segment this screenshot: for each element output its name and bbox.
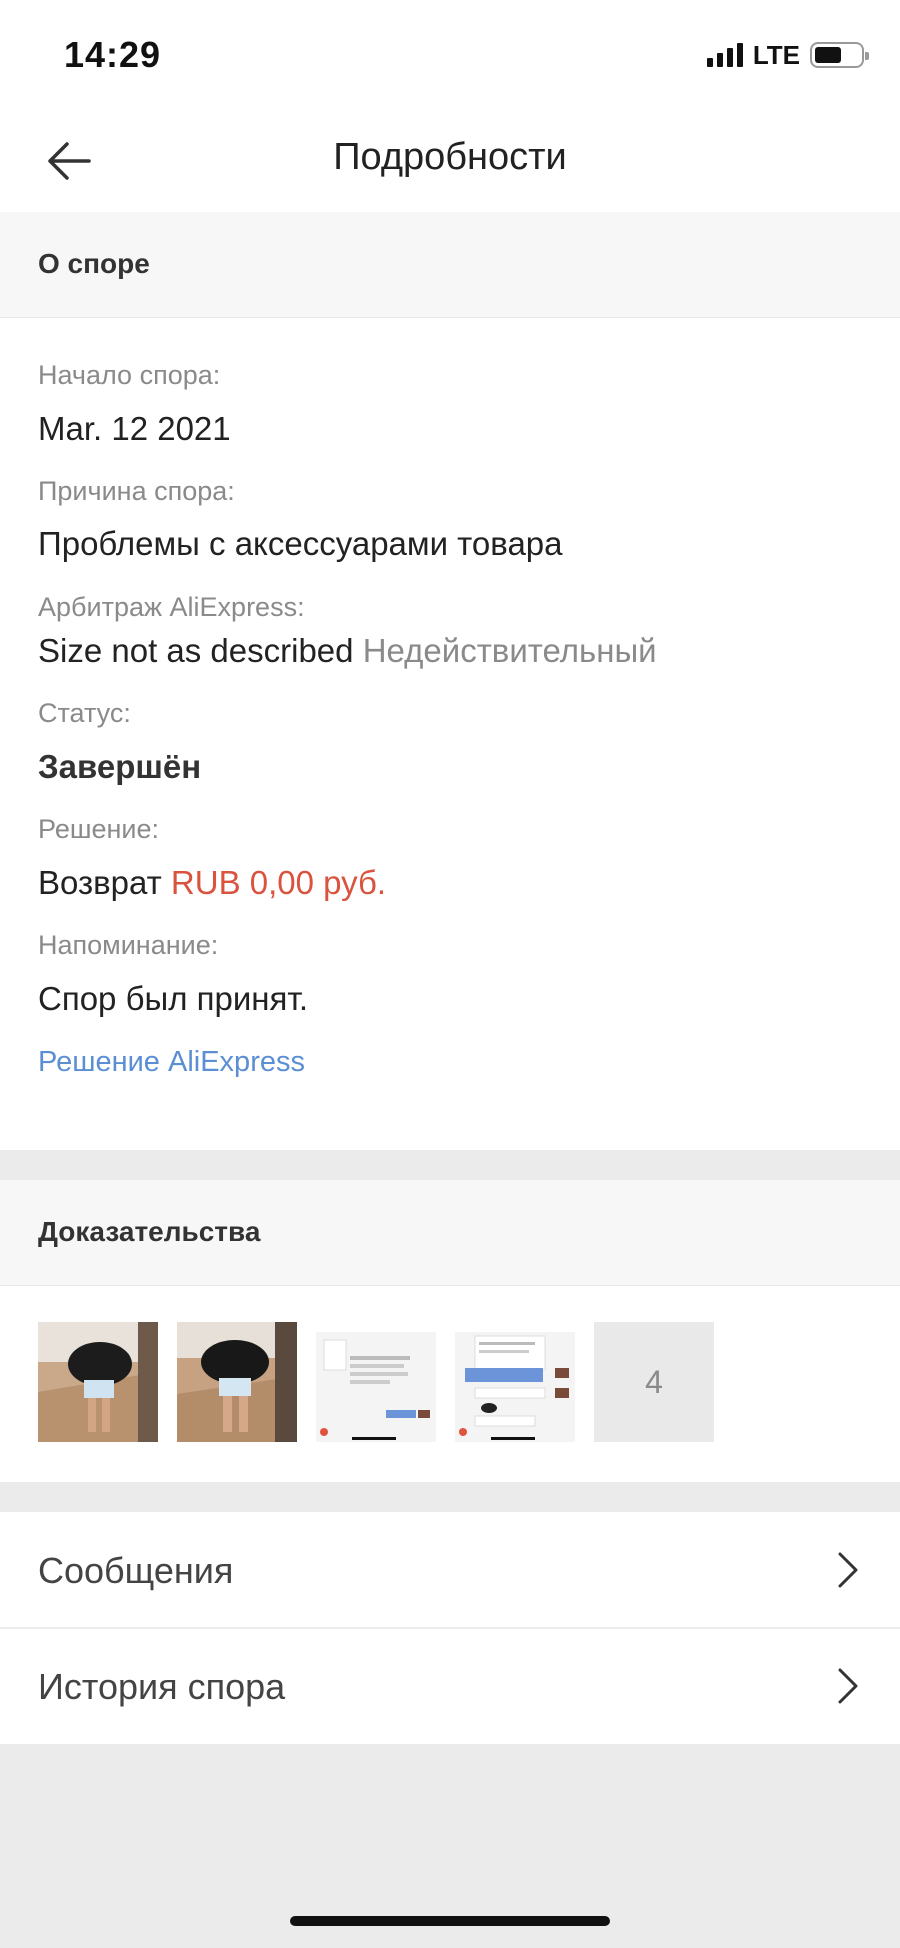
arbitration-status: Недействительный [362,632,657,669]
screenshot-thumbnail-icon [316,1322,436,1442]
home-indicator [290,1916,610,1926]
evidence-screenshot-1[interactable] [316,1322,436,1442]
page-title: Подробности [333,136,567,178]
network-type: LTE [752,39,800,70]
evidence-more-tile[interactable]: 4 [594,1322,714,1442]
evidence-section-header: Доказательства [0,1180,900,1286]
status-time: 14:29 [64,34,162,75]
evidence-section-title: Доказательства [38,1216,261,1247]
evidence-photo-2[interactable] [177,1322,297,1442]
status-indicators: LTE [706,39,869,70]
photo-thumbnail-icon [38,1322,158,1442]
dispute-section-title: О споре [38,248,150,279]
reason-value: Проблемы с аксессуарами товара [38,525,563,562]
messages-label: Сообщения [38,1550,234,1591]
chevron-right-icon [838,1552,858,1588]
arbitration-reason: Size not as described [38,632,354,669]
battery-icon [810,42,869,68]
refund-amount: RUB 0,00 руб. [170,864,387,901]
dispute-history-row[interactable]: История спора [0,1628,900,1744]
reminder-value: Спор был принят. [38,980,308,1017]
dispute-section-header: О споре [0,212,900,318]
dispute-history-label: История спора [38,1666,286,1707]
decision-value: Возврат RUB 0,00 руб. [38,864,386,902]
decision-prefix: Возврат [38,864,162,901]
chevron-right-icon [838,1668,858,1704]
decision-label: Решение: [38,814,160,844]
messages-row[interactable]: Сообщения [0,1512,900,1629]
arbitration-label: Арбитраж AliExpress: [38,592,305,622]
nav-bar: Подробности [0,110,900,212]
reminder-label: Напоминание: [38,930,219,960]
status-label: Статус: [38,698,131,728]
screenshot-thumbnail-icon [455,1322,575,1442]
aliexpress-decision-link[interactable]: Решение AliExpress [38,1046,305,1079]
evidence-photo-1[interactable] [38,1322,158,1442]
evidence-screenshot-2[interactable] [455,1322,575,1442]
status-value: Завершён [38,748,202,785]
signal-icon [706,43,743,67]
dispute-info: Начало спора: Mar. 12 2021 Причина спора… [0,318,900,1150]
start-date-label: Начало спора: [38,360,221,390]
photo-thumbnail-icon [177,1322,297,1442]
dispute-links: Сообщения История спора [0,1512,900,1744]
start-date-value: Mar. 12 2021 [38,410,231,447]
evidence-gallery: 4 [0,1286,900,1482]
reason-label: Причина спора: [38,476,235,506]
arbitration-value: Size not as described Недействительный [38,632,657,670]
status-bar: 14:29 LTE [0,0,900,110]
